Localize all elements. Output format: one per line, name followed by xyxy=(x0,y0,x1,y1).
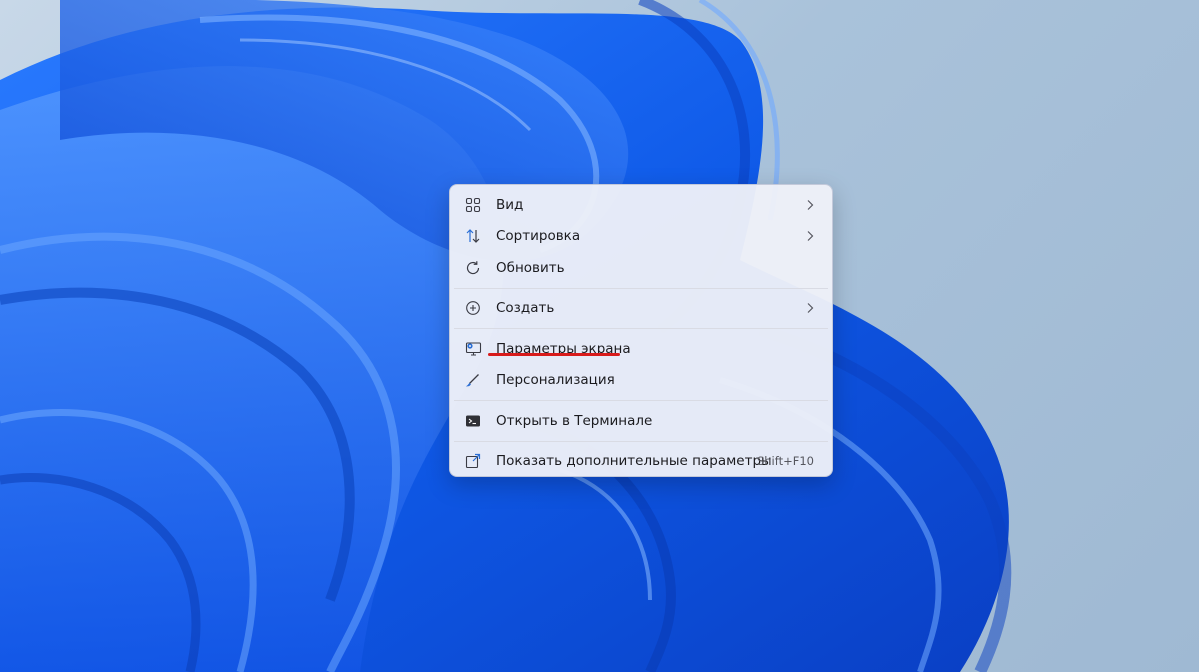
menu-item-display-settings[interactable]: Параметры экрана xyxy=(454,333,828,365)
menu-item-label: Открыть в Терминале xyxy=(496,412,653,429)
share-more-icon xyxy=(464,452,482,470)
pen-brush-icon xyxy=(464,371,482,389)
menu-item-label: Показать дополнительные параметры xyxy=(496,453,772,470)
menu-separator xyxy=(454,328,828,329)
desktop-context-menu: Вид Сортировка Обновить Создать Параметр… xyxy=(449,184,833,477)
menu-item-label: Создать xyxy=(496,300,555,317)
chevron-right-icon xyxy=(806,221,814,253)
menu-item-label: Сортировка xyxy=(496,228,581,245)
sort-arrows-icon xyxy=(464,227,482,245)
desktop[interactable]: Вид Сортировка Обновить Создать Параметр… xyxy=(0,0,1199,672)
grid-icon xyxy=(464,196,482,214)
chevron-right-icon xyxy=(806,293,814,325)
menu-item-refresh[interactable]: Обновить xyxy=(454,252,828,284)
terminal-icon xyxy=(464,412,482,430)
menu-item-new[interactable]: Создать xyxy=(454,293,828,325)
red-annotation-underline xyxy=(488,353,620,356)
menu-item-view[interactable]: Вид xyxy=(454,189,828,221)
menu-item-sort[interactable]: Сортировка xyxy=(454,221,828,253)
menu-item-open-terminal[interactable]: Открыть в Терминале xyxy=(454,405,828,437)
plus-circle-icon xyxy=(464,299,482,317)
chevron-right-icon xyxy=(806,189,814,221)
menu-item-label: Персонализация xyxy=(496,372,615,389)
refresh-icon xyxy=(464,259,482,277)
menu-separator xyxy=(454,287,828,289)
keyboard-shortcut: Shift+F10 xyxy=(756,454,814,469)
menu-separator xyxy=(454,440,828,442)
menu-item-label: Вид xyxy=(496,196,524,213)
menu-item-personalize[interactable]: Персонализация xyxy=(454,365,828,397)
menu-separator xyxy=(454,400,828,401)
menu-item-label: Обновить xyxy=(496,259,565,276)
menu-item-show-more-options[interactable]: Показать дополнительные параметры Shift+… xyxy=(454,446,828,478)
display-settings-icon xyxy=(464,340,482,358)
